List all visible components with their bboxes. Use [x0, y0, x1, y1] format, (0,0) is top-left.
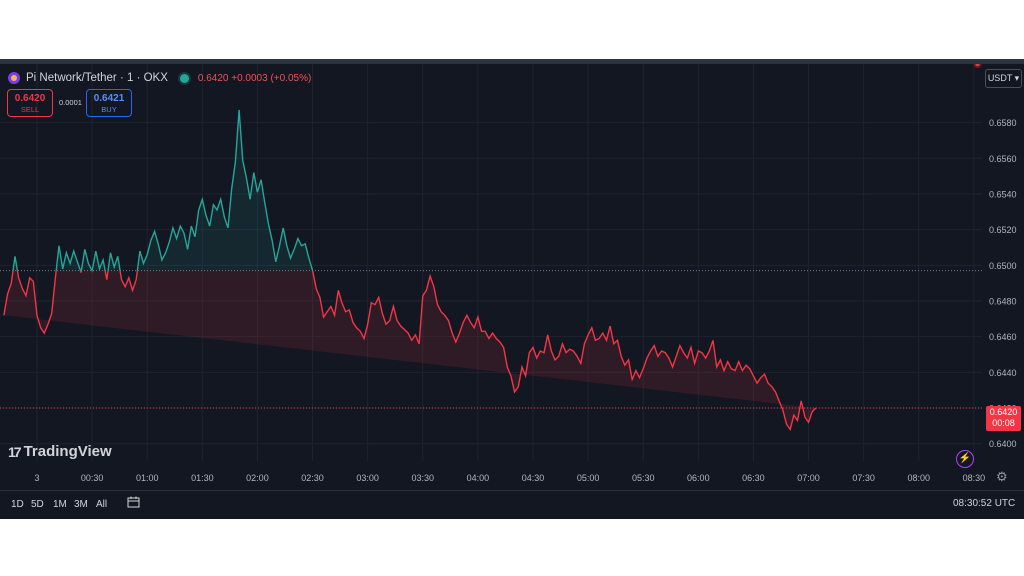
y-tick-label: 0.6560 — [989, 154, 1017, 164]
lightning-icon[interactable]: ⚡ — [956, 450, 974, 468]
x-tick-label: 05:30 — [632, 473, 655, 483]
y-tick-label: 0.6520 — [989, 225, 1017, 235]
x-tick-label: 01:00 — [136, 473, 159, 483]
x-tick-label: 02:30 — [301, 473, 324, 483]
y-tick-label: 0.6500 — [989, 261, 1017, 271]
tradingview-mark-icon: 17 — [8, 443, 22, 460]
pi-network-logo-icon — [8, 72, 20, 84]
sell-label: SELL — [20, 105, 40, 114]
y-tick-label: 0.6580 — [989, 118, 1017, 128]
symbol-title[interactable]: Pi Network/Tether · 1 · OKX — [26, 72, 168, 84]
y-axis: 0.6400 0.6420 0.6440 0.6460 0.6480 0.6500 0.65… — [989, 118, 1017, 449]
x-tick-label: 3 — [34, 473, 39, 483]
y-tick-label: 0.6460 — [989, 332, 1017, 342]
x-tick-label: 05:00 — [577, 473, 600, 483]
x-tick-label: 04:30 — [522, 473, 545, 483]
x-axis: 3 00:30 01:00 01:30 02:00 02:30 03:00 03:30 04:0… — [34, 473, 985, 483]
y-tick-label: 0.6400 — [989, 439, 1017, 449]
buy-price: 0.6421 — [93, 93, 125, 104]
x-tick-label: 06:00 — [687, 473, 710, 483]
x-tick-label: 02:00 — [246, 473, 269, 483]
x-tick-label: 04:00 — [467, 473, 490, 483]
price-chart[interactable]: 0.6400 0.6420 0.6440 0.6460 0.6480 0.6500 0.65… — [0, 64, 1024, 490]
last-price-tag: 0.6420 00:08 — [986, 406, 1021, 431]
x-tick-label: 03:00 — [356, 473, 379, 483]
y-tick-label: 0.6440 — [989, 368, 1017, 378]
range-1d-button[interactable]: 1D — [11, 499, 24, 510]
range-all-button[interactable]: All — [96, 499, 107, 510]
last-price-marker — [973, 64, 982, 69]
currency-selector[interactable]: USDT ▾ — [985, 69, 1022, 88]
last-price-value: 0.6420 — [989, 407, 1018, 417]
x-tick-label: 08:00 — [907, 473, 930, 483]
sell-button[interactable]: 0.6420 SELL — [7, 89, 53, 117]
x-tick-label: 08:30 — [963, 473, 986, 483]
x-tick-label: 06:30 — [742, 473, 765, 483]
range-5d-button[interactable]: 5D — [31, 499, 44, 510]
symbol-header: Pi Network/Tether · 1 · OKX 0.6420 +0.00… — [8, 71, 311, 85]
x-tick-label: 00:30 — [81, 473, 104, 483]
spread-value: 0.0001 — [59, 98, 82, 107]
buy-button[interactable]: 0.6421 BUY — [86, 89, 132, 117]
gear-icon[interactable]: ⚙ — [996, 469, 1008, 485]
bar-countdown: 00:08 — [992, 418, 1015, 428]
calendar-range-icon[interactable] — [127, 496, 140, 508]
x-tick-label: 01:30 — [191, 473, 214, 483]
quote-change: 0.6420 +0.0003 (+0.05%) — [197, 72, 312, 84]
buy-label: BUY — [101, 105, 117, 114]
tradingview-logo[interactable]: 17 TradingView — [8, 443, 112, 460]
range-3m-button[interactable]: 3M — [74, 499, 88, 510]
sell-price: 0.6420 — [14, 93, 46, 104]
market-open-icon — [179, 73, 189, 83]
x-tick-label: 07:30 — [852, 473, 875, 483]
utc-clock[interactable]: 08:30:52 UTC — [953, 498, 1015, 509]
bottom-toolbar: 1D 5D 1M 3M All — [0, 490, 1024, 519]
y-tick-label: 0.6540 — [989, 189, 1017, 199]
range-1m-button[interactable]: 1M — [53, 499, 67, 510]
x-tick-label: 07:00 — [797, 473, 820, 483]
y-tick-label: 0.6480 — [989, 297, 1017, 307]
x-tick-label: 03:30 — [412, 473, 435, 483]
tradingview-wordmark: TradingView — [23, 443, 112, 460]
